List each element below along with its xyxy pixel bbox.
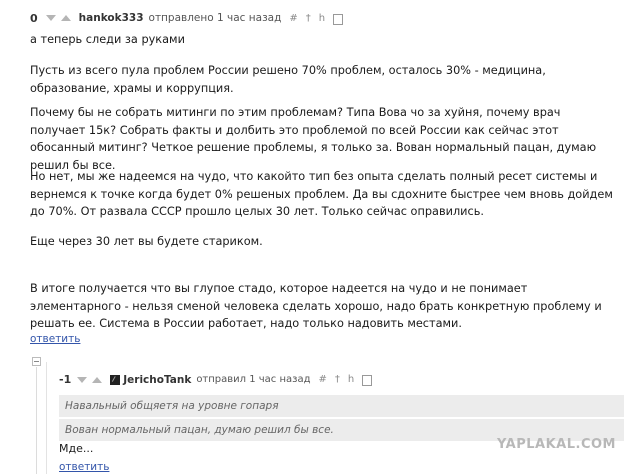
reply-link[interactable]: ответить bbox=[30, 333, 80, 345]
comment-paragraph: Пусть из всего пула проблем России решен… bbox=[30, 64, 546, 95]
history-icon[interactable]: h bbox=[319, 13, 325, 24]
save-icon[interactable] bbox=[333, 13, 344, 25]
history-icon[interactable]: h bbox=[348, 374, 354, 385]
comment-tools: # † h bbox=[289, 13, 344, 25]
comment-paragraph: В итоге получается что вы глупое стадо, … bbox=[30, 282, 602, 330]
comment-score: 0 bbox=[30, 11, 38, 25]
vote-down-icon[interactable] bbox=[45, 15, 56, 21]
reply-score: -1 bbox=[59, 373, 72, 386]
comment-author[interactable]: hankok333 bbox=[79, 12, 144, 24]
thread-line bbox=[36, 367, 37, 474]
comment-paragraph: Еще через 30 лет вы будете стариком. bbox=[30, 235, 263, 248]
avatar bbox=[110, 374, 121, 385]
watermark-logo: YAPLAKAL.COM bbox=[497, 437, 616, 452]
comment-paragraph: а теперь следи за руками bbox=[30, 33, 185, 46]
reply-meta: -1 JerichoTank отправил 1 час назад # † … bbox=[59, 373, 373, 386]
permalink-icon[interactable]: # bbox=[319, 374, 327, 385]
collapse-thread-button[interactable] bbox=[32, 357, 41, 366]
permalink-icon[interactable]: # bbox=[289, 13, 297, 24]
comment-timestamp: отправлено 1 час назад bbox=[148, 12, 282, 24]
vote-up-icon[interactable] bbox=[60, 15, 71, 21]
reply-tools: # † h bbox=[319, 374, 373, 386]
quote-block: Навальный общяетя на уровне гопаря bbox=[59, 395, 624, 417]
reply-timestamp: отправил 1 час назад bbox=[196, 374, 311, 385]
comment-paragraph: Почему бы не собрать митинги по этим про… bbox=[30, 106, 597, 172]
reply-author[interactable]: JerichoTank bbox=[123, 374, 191, 386]
comment-meta: 0 hankok333 отправлено 1 час назад # † h bbox=[30, 10, 344, 26]
vote-up-icon[interactable] bbox=[92, 376, 103, 383]
reply-text: Мде... bbox=[59, 442, 94, 455]
reply-comment: -1 JerichoTank отправил 1 час назад # † … bbox=[46, 362, 637, 474]
dagger-icon[interactable]: † bbox=[335, 374, 340, 385]
vote-down-icon[interactable] bbox=[77, 376, 88, 383]
comment-paragraph: Но нет, мы же надеемся на чудо, что како… bbox=[30, 170, 613, 218]
dagger-icon[interactable]: † bbox=[306, 13, 311, 24]
reply-link[interactable]: ответить bbox=[59, 461, 109, 473]
save-icon[interactable] bbox=[362, 375, 373, 386]
